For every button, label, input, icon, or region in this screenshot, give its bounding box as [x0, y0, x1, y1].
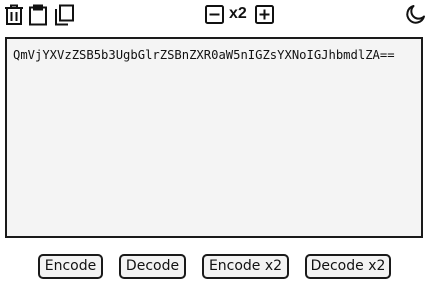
encode-x2-button[interactable]: Encode x2	[202, 254, 289, 279]
decode-x2-button[interactable]: Decode x2	[305, 254, 391, 279]
multiplier-label: x2	[229, 5, 247, 22]
encode-button[interactable]: Encode	[38, 254, 103, 279]
decode-button[interactable]: Decode	[119, 254, 186, 279]
clipboard-icon[interactable]	[28, 4, 48, 26]
moon-icon[interactable]	[405, 4, 426, 25]
copy-icon[interactable]	[53, 4, 75, 26]
text-editor[interactable]: QmVjYXVzZSB5b3UgbGlrZSBnZXR0aW5nIGZsYXNo…	[5, 37, 423, 238]
editor-text: QmVjYXVzZSB5b3UgbGlrZSBnZXR0aW5nIGZsYXNo…	[13, 48, 395, 62]
trash-icon[interactable]	[4, 4, 24, 26]
plus-square-icon[interactable]	[255, 5, 274, 24]
minus-square-icon[interactable]	[205, 5, 224, 24]
